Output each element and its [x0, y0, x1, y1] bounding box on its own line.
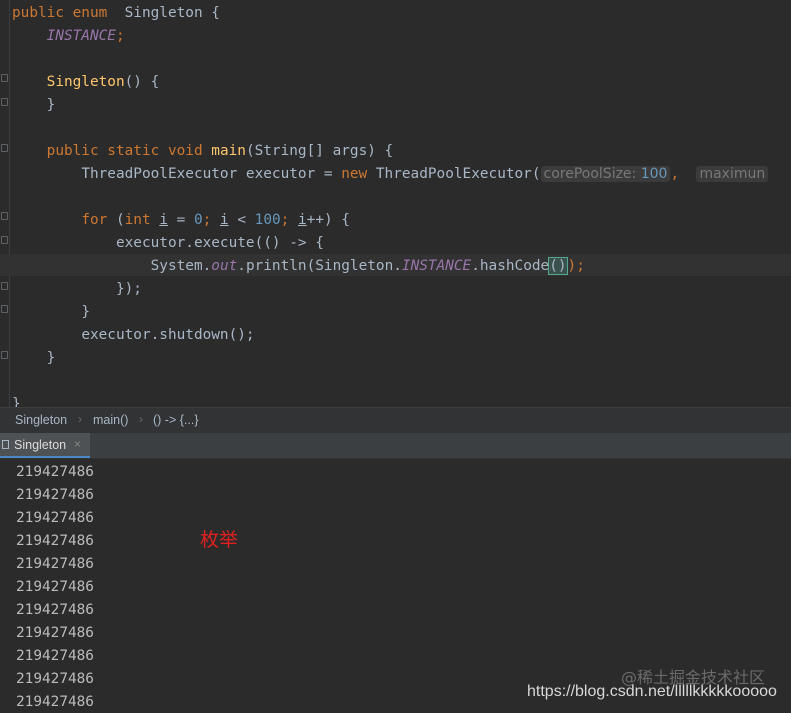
breadcrumb-separator: › — [78, 412, 82, 426]
code-text: ); — [567, 258, 585, 274]
code-text: executor.shutdown(); — [81, 327, 255, 343]
fold-icon[interactable] — [1, 305, 8, 313]
code-text: (String[] args) { — [245, 143, 394, 159]
code-text: .println(Singleton. — [237, 258, 402, 274]
code-text: < — [228, 212, 255, 228]
code-line-8: executor.execute(() -> { — [12, 233, 324, 253]
code-line-1: public enum Singleton { — [12, 3, 220, 23]
semicolon: ; — [115, 28, 125, 44]
fold-icon[interactable] — [1, 74, 8, 82]
code-line-7: for (int i = 0; i < 100; i++) { — [12, 210, 350, 230]
code-text: () { — [124, 74, 160, 90]
code-line-6: ThreadPoolExecutor executor = new Thread… — [12, 164, 769, 184]
code-line-12: executor.shutdown(); — [12, 325, 255, 345]
code-line-10: }); — [12, 279, 142, 299]
constructor-name: Singleton — [46, 74, 125, 90]
code-text: } — [46, 97, 56, 113]
method-name: main — [211, 143, 246, 159]
code-text: } — [12, 396, 21, 407]
breadcrumb-item-method[interactable]: main() — [93, 413, 128, 427]
code-line-2: INSTANCE; — [12, 26, 125, 46]
close-icon[interactable]: × — [74, 437, 81, 451]
code-line-9: System.out.println(Singleton.INSTANCE.ha… — [12, 256, 585, 276]
run-tab-bar: Singleton × — [0, 433, 791, 459]
code-text: ++) { — [306, 212, 350, 228]
fold-icon[interactable] — [1, 144, 8, 152]
number: 100 — [254, 212, 281, 228]
fold-icon[interactable] — [1, 236, 8, 244]
run-config-icon — [2, 440, 9, 449]
console-line: 219427486 — [16, 648, 94, 664]
class-name: Singleton { — [124, 5, 220, 21]
variable: i — [219, 212, 229, 228]
code-text: = — [167, 212, 194, 228]
annotation-label: 枚举 — [200, 529, 239, 551]
keyword: public enum — [12, 5, 108, 21]
code-editor[interactable]: public enum Singleton { INSTANCE; Single… — [0, 0, 791, 407]
code-text: } — [81, 304, 90, 320]
console-line: 219427486 — [16, 464, 94, 480]
code-text: ThreadPoolExecutor executor = — [81, 166, 342, 182]
code-text: executor.execute(() -> { — [115, 235, 324, 251]
console-line: 219427486 — [16, 694, 94, 710]
code-text: System. — [150, 258, 212, 274]
code-text: } — [46, 350, 56, 366]
code-line-13: } — [12, 348, 56, 368]
code-line-3: Singleton() { — [12, 72, 160, 92]
console-line: 219427486 — [16, 487, 94, 503]
static-field: out — [211, 258, 238, 274]
tab-run-singleton[interactable]: Singleton × — [0, 433, 90, 458]
fold-icon[interactable] — [1, 282, 8, 290]
gutter-divider — [9, 0, 10, 407]
breadcrumb-item-class[interactable]: Singleton — [15, 413, 67, 427]
console-line: 219427486 — [16, 671, 94, 687]
keyword: public static void — [46, 143, 203, 159]
code-text: .hashCode — [471, 258, 550, 274]
code-line-14: } — [12, 394, 21, 407]
code-text: ; — [202, 212, 220, 228]
hint-label: corePoolSize: — [543, 166, 637, 182]
hint-value: 100 — [640, 166, 668, 182]
number: 0 — [193, 212, 203, 228]
fold-icon[interactable] — [1, 351, 8, 359]
console-line: 219427486 — [16, 579, 94, 595]
console-line: 219427486 — [16, 625, 94, 641]
console-line: 219427486 — [16, 602, 94, 618]
keyword: int — [124, 212, 151, 228]
variable: i — [297, 212, 307, 228]
code-line-4: } — [12, 95, 56, 115]
matched-parentheses: () — [548, 257, 568, 275]
console-line: 219427486 — [16, 556, 94, 572]
comma: , — [670, 166, 680, 182]
code-text: ThreadPoolExecutor( — [367, 166, 541, 182]
breadcrumb-separator: › — [139, 412, 143, 426]
code-line-5: public static void main(String[] args) { — [12, 141, 394, 161]
console-line: 219427486 — [16, 533, 94, 549]
fold-icon[interactable] — [1, 98, 8, 106]
keyword: new — [341, 166, 368, 182]
tab-label: Singleton — [14, 438, 67, 452]
fold-icon[interactable] — [1, 212, 8, 220]
enum-constant: INSTANCE — [401, 258, 472, 274]
code-line-11: } — [12, 302, 90, 322]
console-line: 219427486 — [16, 510, 94, 526]
code-text: ( — [107, 212, 125, 228]
variable: i — [159, 212, 168, 228]
parameter-hint: maximun — [696, 166, 769, 182]
code-text: }); — [115, 281, 142, 297]
breadcrumb: Singleton › main() › () -> {...} — [0, 407, 791, 434]
parameter-hint: corePoolSize: 100 — [540, 166, 671, 182]
watermark: https://blog.csdn.net/lllllkkkkkooooo — [527, 683, 777, 700]
keyword: for — [81, 212, 108, 228]
breadcrumb-item-lambda[interactable]: () -> {...} — [153, 413, 199, 427]
code-text: ; — [280, 212, 298, 228]
enum-constant: INSTANCE — [46, 28, 116, 44]
